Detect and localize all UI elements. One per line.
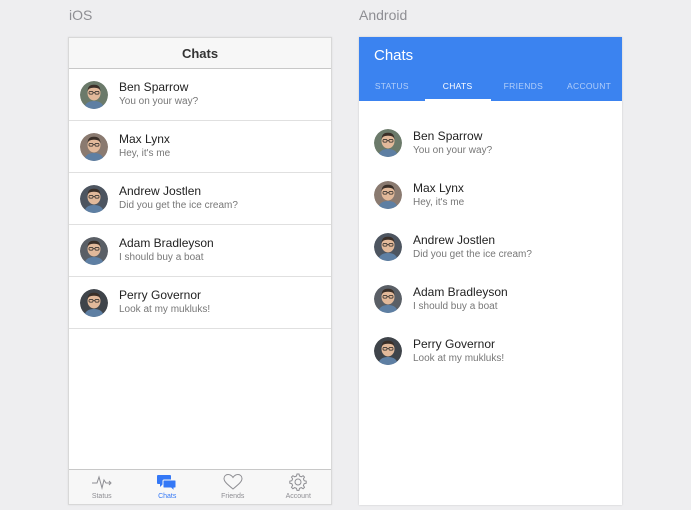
last-message: I should buy a boat	[413, 300, 498, 312]
contact-name: Adam Bradleyson	[119, 236, 214, 250]
avatar	[374, 285, 402, 313]
ios-chat-list: Ben Sparrow You on your way? Max Lynx He…	[69, 69, 331, 329]
chat-list-item[interactable]: Perry Governor Look at my mukluks!	[69, 277, 331, 329]
contact-name: Max Lynx	[413, 180, 464, 195]
last-message: You on your way?	[413, 144, 493, 156]
android-tab-strip: STATUS CHATS FRIENDS ACCOUNT	[359, 71, 622, 101]
chat-list-item[interactable]: Ben Sparrow You on your way?	[359, 117, 622, 169]
avatar	[374, 181, 402, 209]
tab-chats[interactable]: CHATS	[424, 71, 491, 101]
contact-name: Adam Bradleyson	[413, 284, 508, 299]
contact-name: Ben Sparrow	[413, 128, 483, 143]
avatar	[80, 80, 108, 109]
chat-list-item[interactable]: Adam Bradleyson I should buy a boat	[359, 273, 622, 325]
android-screen: Chats STATUS CHATS FRIENDS ACCOUNT Ben S…	[359, 37, 622, 505]
tab-account-label: Account	[285, 493, 311, 500]
android-label: Android	[359, 7, 408, 23]
tab-chats-label: Chats	[158, 493, 177, 500]
contact-name: Andrew Jostlen	[119, 184, 202, 198]
last-message: Did you get the ice cream?	[413, 248, 532, 260]
last-message: Did you get the ice cream?	[119, 200, 238, 211]
avatar	[374, 129, 402, 157]
ios-nav-bar: Chats	[69, 38, 331, 69]
tab-account[interactable]: Account	[266, 470, 332, 504]
avatar	[80, 132, 108, 161]
chat-list-item[interactable]: Andrew Jostlen Did you get the ice cream…	[359, 221, 622, 273]
tab-status-label: Status	[91, 493, 112, 500]
android-title: Chats	[374, 47, 414, 64]
contact-name: Perry Governor	[413, 336, 496, 351]
avatar	[80, 184, 108, 213]
contact-name: Andrew Jostlen	[413, 232, 496, 247]
tab-status[interactable]: STATUS	[359, 71, 425, 101]
heart-icon	[223, 473, 243, 490]
last-message: Look at my mukluks!	[413, 352, 505, 364]
contact-name: Max Lynx	[119, 132, 170, 146]
avatar	[374, 337, 402, 365]
tab-status[interactable]: Status	[69, 470, 135, 504]
ios-tab-bar: Status Chats Friends Account	[69, 469, 331, 504]
tab-account[interactable]: ACCOUNT	[556, 71, 622, 101]
ios-nav-title: Chats	[181, 45, 219, 61]
chat-list-item[interactable]: Adam Bradleyson I should buy a boat	[69, 225, 331, 277]
chat-list-item[interactable]: Perry Governor Look at my mukluks!	[359, 325, 622, 377]
gear-icon	[289, 473, 307, 491]
avatar	[80, 236, 108, 265]
last-message: Hey, it's me	[413, 196, 465, 208]
android-app-bar: Chats STATUS CHATS FRIENDS ACCOUNT	[359, 37, 622, 101]
tab-friends[interactable]: FRIENDS	[491, 71, 557, 101]
chat-list-item[interactable]: Max Lynx Hey, it's me	[359, 169, 622, 221]
tab-chats[interactable]: Chats	[135, 470, 201, 504]
ios-label: iOS	[69, 7, 93, 23]
last-message: I should buy a boat	[119, 252, 204, 263]
android-chat-list: Ben Sparrow You on your way? Max Lynx He…	[359, 101, 622, 377]
last-message: Hey, it's me	[119, 148, 171, 159]
contact-name: Perry Governor	[119, 288, 202, 302]
chat-list-item[interactable]: Andrew Jostlen Did you get the ice cream…	[69, 173, 331, 225]
avatar	[80, 288, 108, 317]
chat-list-item[interactable]: Max Lynx Hey, it's me	[69, 121, 331, 173]
contact-name: Ben Sparrow	[119, 80, 189, 94]
pulse-icon	[91, 475, 112, 490]
chat-bubbles-icon	[157, 475, 177, 491]
last-message: You on your way?	[119, 96, 199, 107]
tab-friends-label: Friends	[221, 493, 245, 500]
tab-friends[interactable]: Friends	[200, 470, 266, 504]
chat-list-item[interactable]: Ben Sparrow You on your way?	[69, 69, 331, 121]
ios-screen: Chats Ben Sparrow You on your way? Max L…	[68, 37, 332, 505]
last-message: Look at my mukluks!	[119, 304, 211, 315]
avatar	[374, 233, 402, 261]
